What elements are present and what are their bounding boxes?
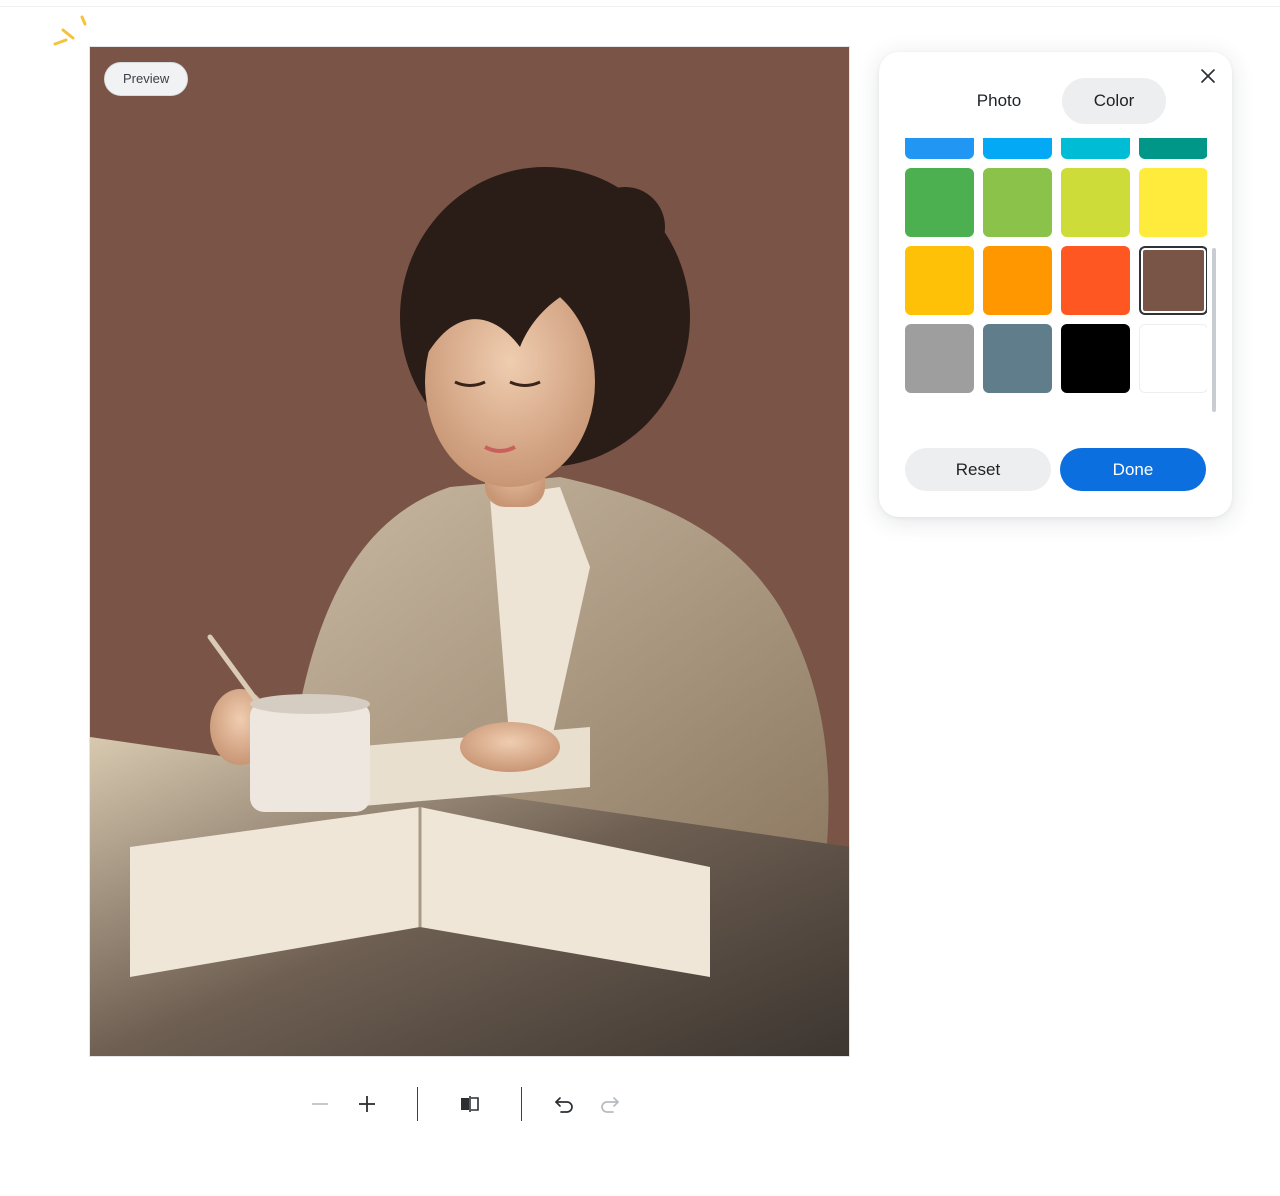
image-canvas[interactable]: Preview xyxy=(89,46,850,1057)
toolbar-divider xyxy=(521,1087,522,1121)
background-panel: Photo Color Reset Done xyxy=(879,52,1232,517)
tab-color[interactable]: Color xyxy=(1062,78,1166,124)
swatch-blue-grey[interactable] xyxy=(983,324,1052,393)
plus-icon[interactable] xyxy=(355,1092,379,1116)
bottom-toolbar xyxy=(300,1084,640,1124)
sparkle-icon xyxy=(53,15,87,46)
redo-icon[interactable] xyxy=(598,1092,622,1116)
scrollbar[interactable] xyxy=(1212,248,1216,412)
done-button[interactable]: Done xyxy=(1060,448,1206,491)
swatch-cyan[interactable] xyxy=(1061,138,1130,159)
swatch-amber[interactable] xyxy=(905,246,974,315)
swatch-black[interactable] xyxy=(1061,324,1130,393)
photo-subject xyxy=(90,167,849,1056)
preview-badge[interactable]: Preview xyxy=(104,62,189,96)
split-compare-icon[interactable] xyxy=(458,1092,482,1116)
swatch-blue[interactable] xyxy=(905,138,974,159)
toolbar-divider xyxy=(417,1087,418,1121)
swatch-scroll-area xyxy=(905,138,1207,414)
swatch-orange[interactable] xyxy=(983,246,1052,315)
reset-button[interactable]: Reset xyxy=(905,448,1051,491)
swatch-grey[interactable] xyxy=(905,324,974,393)
swatch-lime[interactable] xyxy=(1061,168,1130,237)
swatch-light-green[interactable] xyxy=(983,168,1052,237)
swatch-brown[interactable] xyxy=(1139,246,1207,315)
undo-icon[interactable] xyxy=(552,1092,576,1116)
close-icon[interactable] xyxy=(1198,66,1218,86)
swatch-green[interactable] xyxy=(905,168,974,237)
swatch-yellow[interactable] xyxy=(1139,168,1207,237)
color-swatch-grid xyxy=(905,138,1207,393)
swatch-white[interactable] xyxy=(1139,324,1207,393)
swatch-light-blue[interactable] xyxy=(983,138,1052,159)
minus-icon[interactable] xyxy=(308,1092,332,1116)
swatch-teal[interactable] xyxy=(1139,138,1207,159)
swatch-deep-orange[interactable] xyxy=(1061,246,1130,315)
top-bar xyxy=(0,0,1280,7)
tab-photo[interactable]: Photo xyxy=(947,78,1051,124)
